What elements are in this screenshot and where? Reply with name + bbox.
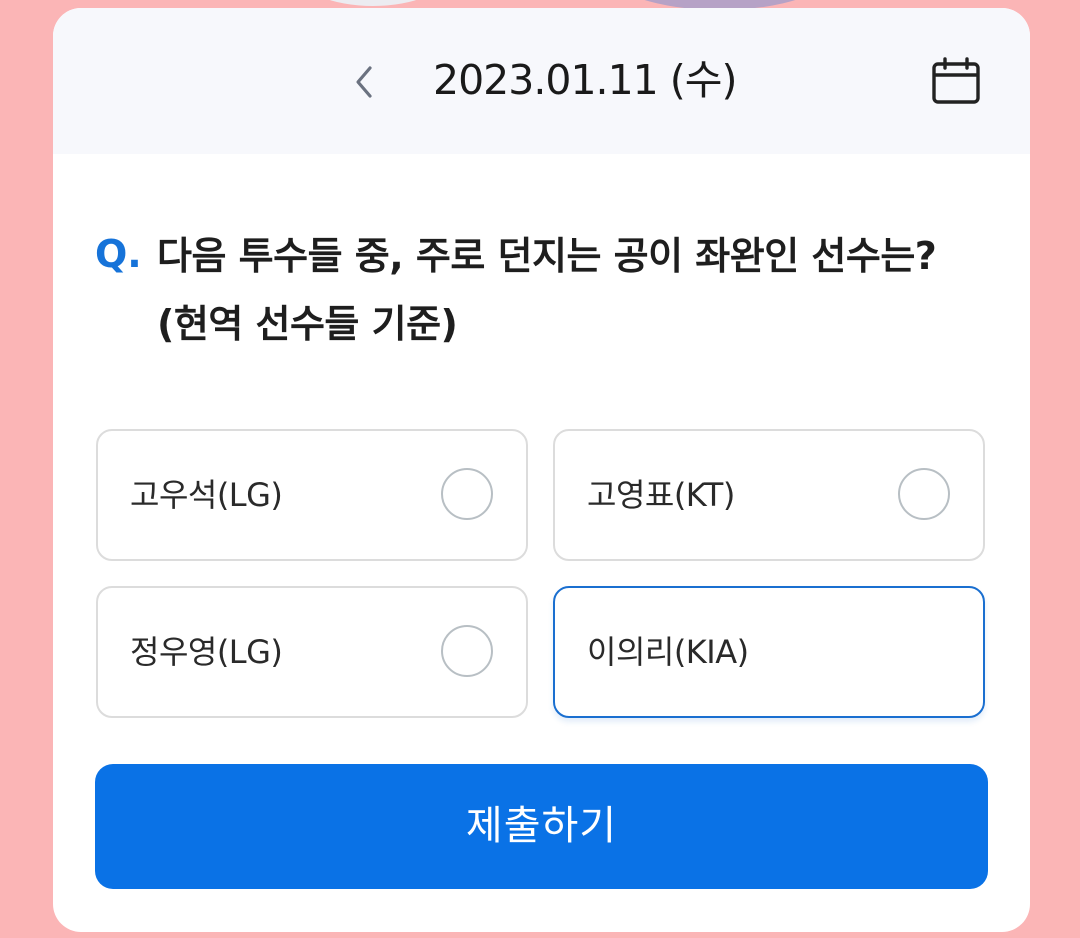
calendar-icon: [932, 57, 980, 104]
answer-option-label: 정우영(LG): [130, 633, 283, 671]
radio-button[interactable]: [441, 625, 493, 677]
background-decoration-left: [298, 0, 448, 6]
previous-date-button[interactable]: [344, 60, 384, 104]
radio-button[interactable]: [441, 468, 493, 520]
answer-option-1[interactable]: 고우석(LG): [96, 429, 528, 561]
question-prefix: Q.: [95, 232, 142, 276]
answer-option-label: 이의리(KIA): [587, 633, 749, 671]
date-bar: 2023.01.11 (수): [53, 8, 1030, 154]
submit-button[interactable]: 제출하기: [95, 764, 988, 889]
radio-button[interactable]: [898, 468, 950, 520]
answer-option-2[interactable]: 고영표(KT): [553, 429, 985, 561]
answer-option-label: 고영표(KT): [587, 476, 735, 514]
answer-option-label: 고우석(LG): [130, 476, 283, 514]
answer-option-3[interactable]: 정우영(LG): [96, 586, 528, 718]
chevron-left-icon: [356, 66, 372, 98]
question-text: 다음 투수들 중, 주로 던지는 공이 좌완인 선수는? (현역 선수들 기준): [157, 234, 937, 346]
answer-option-4[interactable]: 이의리(KIA): [553, 586, 985, 718]
current-date: 2023.01.11 (수): [433, 56, 738, 104]
quiz-card: 2023.01.11 (수) Q. 다음 투수들 중, 주로 던지는 공이 좌완…: [53, 8, 1030, 932]
calendar-button[interactable]: [929, 56, 983, 108]
